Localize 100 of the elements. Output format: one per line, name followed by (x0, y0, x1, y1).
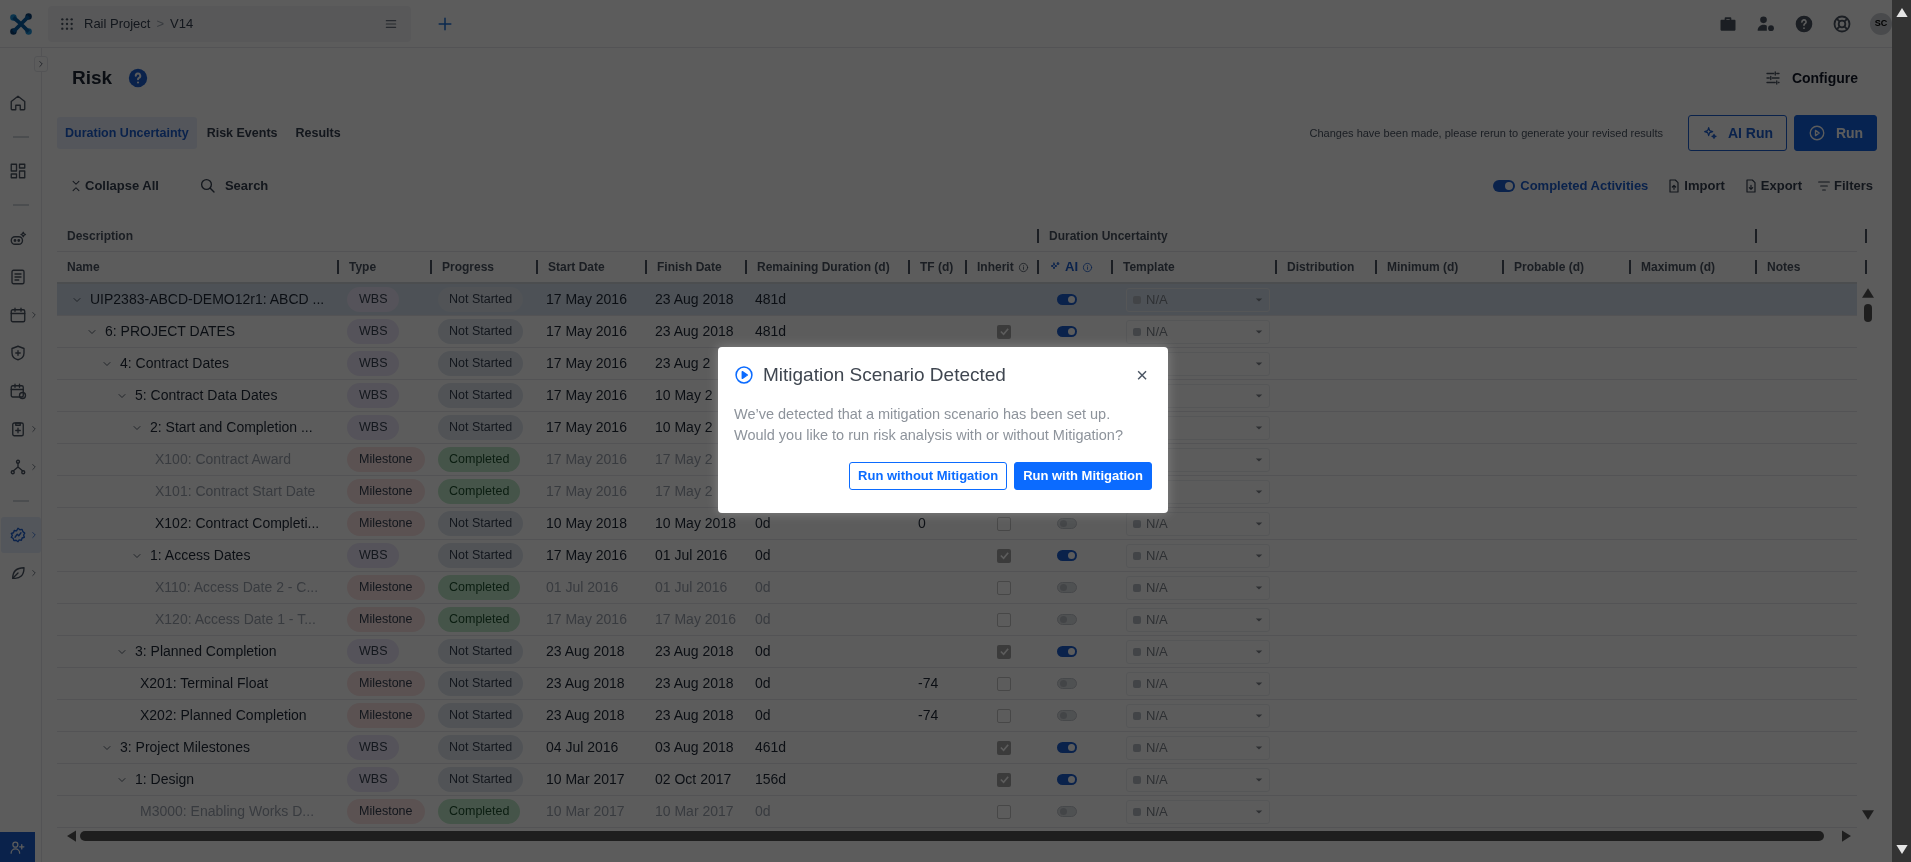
tab[interactable]: Duration Uncertainty (57, 117, 197, 149)
grid-icon (60, 16, 74, 31)
sliders-icon (1763, 69, 1782, 87)
column-header[interactable]: Maximum (d) (1641, 258, 1715, 276)
type-badge: WBS (347, 287, 400, 312)
table-cell: 156d (755, 771, 787, 787)
toggle-switch[interactable] (1057, 294, 1077, 305)
caret-icon (1255, 775, 1263, 784)
toggle-switch[interactable] (1057, 518, 1077, 529)
filters-button[interactable]: Filters (1816, 176, 1873, 196)
color-swatch (1133, 775, 1141, 784)
table-cell: -74 (918, 707, 939, 723)
invite-user-button[interactable] (0, 832, 35, 862)
table-cell: 17 May 2016 (546, 387, 627, 403)
rerun-notice: Changes have been made, please rerun to generate your revised results (1309, 125, 1663, 141)
table-cell: 461d (755, 739, 787, 755)
column-header[interactable]: Finish Date (657, 258, 722, 276)
table-cell: 10 May 2018 (546, 515, 627, 531)
table-cell: 17 May 2016 (546, 291, 627, 307)
table-cell: 17 May 2016 (546, 355, 627, 371)
collapse-all-button[interactable]: Collapse All (69, 176, 159, 196)
close-button[interactable]: × (1136, 365, 1148, 386)
color-swatch (1133, 551, 1141, 560)
progress-badge: Not Started (438, 735, 524, 760)
run-with-mitigation-button[interactable]: Run with Mitigation (1014, 461, 1152, 490)
toggle-switch[interactable] (1057, 678, 1077, 689)
toggle-switch[interactable] (1057, 646, 1077, 657)
column-header[interactable]: TF (d) (920, 258, 954, 276)
toggle-switch[interactable] (1057, 582, 1077, 593)
gear-chart-icon (8, 526, 27, 544)
search-button[interactable]: Search (198, 176, 269, 196)
activity-name: X202: Planned Completion (140, 706, 307, 725)
checkbox[interactable] (997, 548, 1011, 563)
scrollbar-thumb[interactable] (80, 831, 1824, 841)
progress-badge: Not Started (438, 767, 524, 792)
type-badge: WBS (347, 543, 400, 568)
type-badge: WBS (347, 639, 400, 664)
progress-badge: Not Started (438, 671, 524, 696)
logo-icon[interactable] (8, 10, 34, 37)
toggle-switch[interactable] (1057, 806, 1077, 817)
column-header[interactable]: AI (1065, 257, 1078, 277)
checkbox[interactable] (997, 324, 1011, 339)
toggle-switch[interactable] (1057, 550, 1077, 561)
configure-button[interactable]: Configure (1763, 67, 1858, 89)
run-without-mitigation-button[interactable]: Run without Mitigation (849, 461, 1008, 490)
checkbox[interactable] (997, 516, 1011, 531)
toggle-switch[interactable] (1057, 614, 1077, 625)
column-header[interactable]: Name (67, 258, 100, 276)
table-cell: 03 Aug 2018 (655, 739, 734, 755)
scroll-left-icon[interactable] (67, 830, 76, 842)
activity-name: 6: PROJECT DATES (105, 322, 236, 341)
table-cell: 0d (755, 675, 771, 691)
sidebar-toggle[interactable] (34, 56, 48, 72)
scrollbar-thumb[interactable] (1864, 304, 1872, 322)
lifebuoy-icon[interactable] (1832, 13, 1852, 34)
column-header[interactable]: Type (349, 258, 377, 276)
sidebar-item[interactable] (0, 517, 41, 553)
scroll-down-icon[interactable] (1895, 845, 1908, 854)
import-button[interactable]: Import (1666, 176, 1725, 196)
activity-name: 1: Design (135, 770, 195, 789)
column-header[interactable]: Minimum (d) (1387, 258, 1459, 276)
scroll-right-icon[interactable] (1842, 830, 1851, 842)
activity-name: X201: Terminal Float (140, 674, 269, 693)
help-icon[interactable] (128, 68, 149, 88)
color-swatch (1133, 743, 1141, 752)
column-header[interactable]: Remaining Duration (d) (757, 258, 890, 276)
ai-run-button[interactable]: AI Run (1688, 115, 1787, 151)
toggle-switch[interactable] (1493, 180, 1516, 192)
column-header[interactable]: Distribution (1287, 258, 1355, 276)
chevron-icon (36, 59, 46, 69)
toggle-switch[interactable] (1057, 326, 1077, 337)
type-badge: WBS (347, 351, 400, 376)
checkbox[interactable] (997, 740, 1011, 755)
project-tab[interactable]: Rail Project > V14 (48, 5, 411, 42)
column-header[interactable]: Inherit (977, 258, 1014, 276)
tab[interactable]: Risk Events (198, 117, 286, 149)
caret-icon (1255, 487, 1263, 496)
column-header[interactable]: Notes (1767, 258, 1801, 276)
column-header[interactable]: Progress (442, 258, 495, 276)
column-header[interactable]: Start Date (548, 258, 605, 276)
checkbox[interactable] (997, 772, 1011, 787)
export-button[interactable]: Export (1742, 176, 1802, 196)
caret-icon (1255, 743, 1263, 752)
toggle-switch[interactable] (1057, 742, 1077, 753)
table-cell: 23 Aug 2018 (655, 291, 734, 307)
scroll-up-icon[interactable] (1895, 8, 1908, 17)
tab[interactable]: Results (287, 117, 349, 149)
info-icon (1017, 261, 1029, 273)
column-header[interactable]: Template (1123, 258, 1175, 276)
toggle-switch[interactable] (1057, 710, 1077, 721)
run-button[interactable]: Run (1794, 115, 1877, 151)
user-avatar[interactable]: SC (1870, 12, 1892, 35)
help-icon[interactable] (1794, 13, 1814, 34)
column-header[interactable]: Probable (d) (1514, 258, 1584, 276)
breadcrumb-separator: > (156, 14, 165, 33)
progress-badge: Completed (438, 607, 521, 632)
type-badge: Milestone (347, 511, 425, 536)
toggle-switch[interactable] (1057, 774, 1077, 785)
table-cell: 0d (755, 515, 771, 531)
checkbox[interactable] (997, 644, 1011, 659)
